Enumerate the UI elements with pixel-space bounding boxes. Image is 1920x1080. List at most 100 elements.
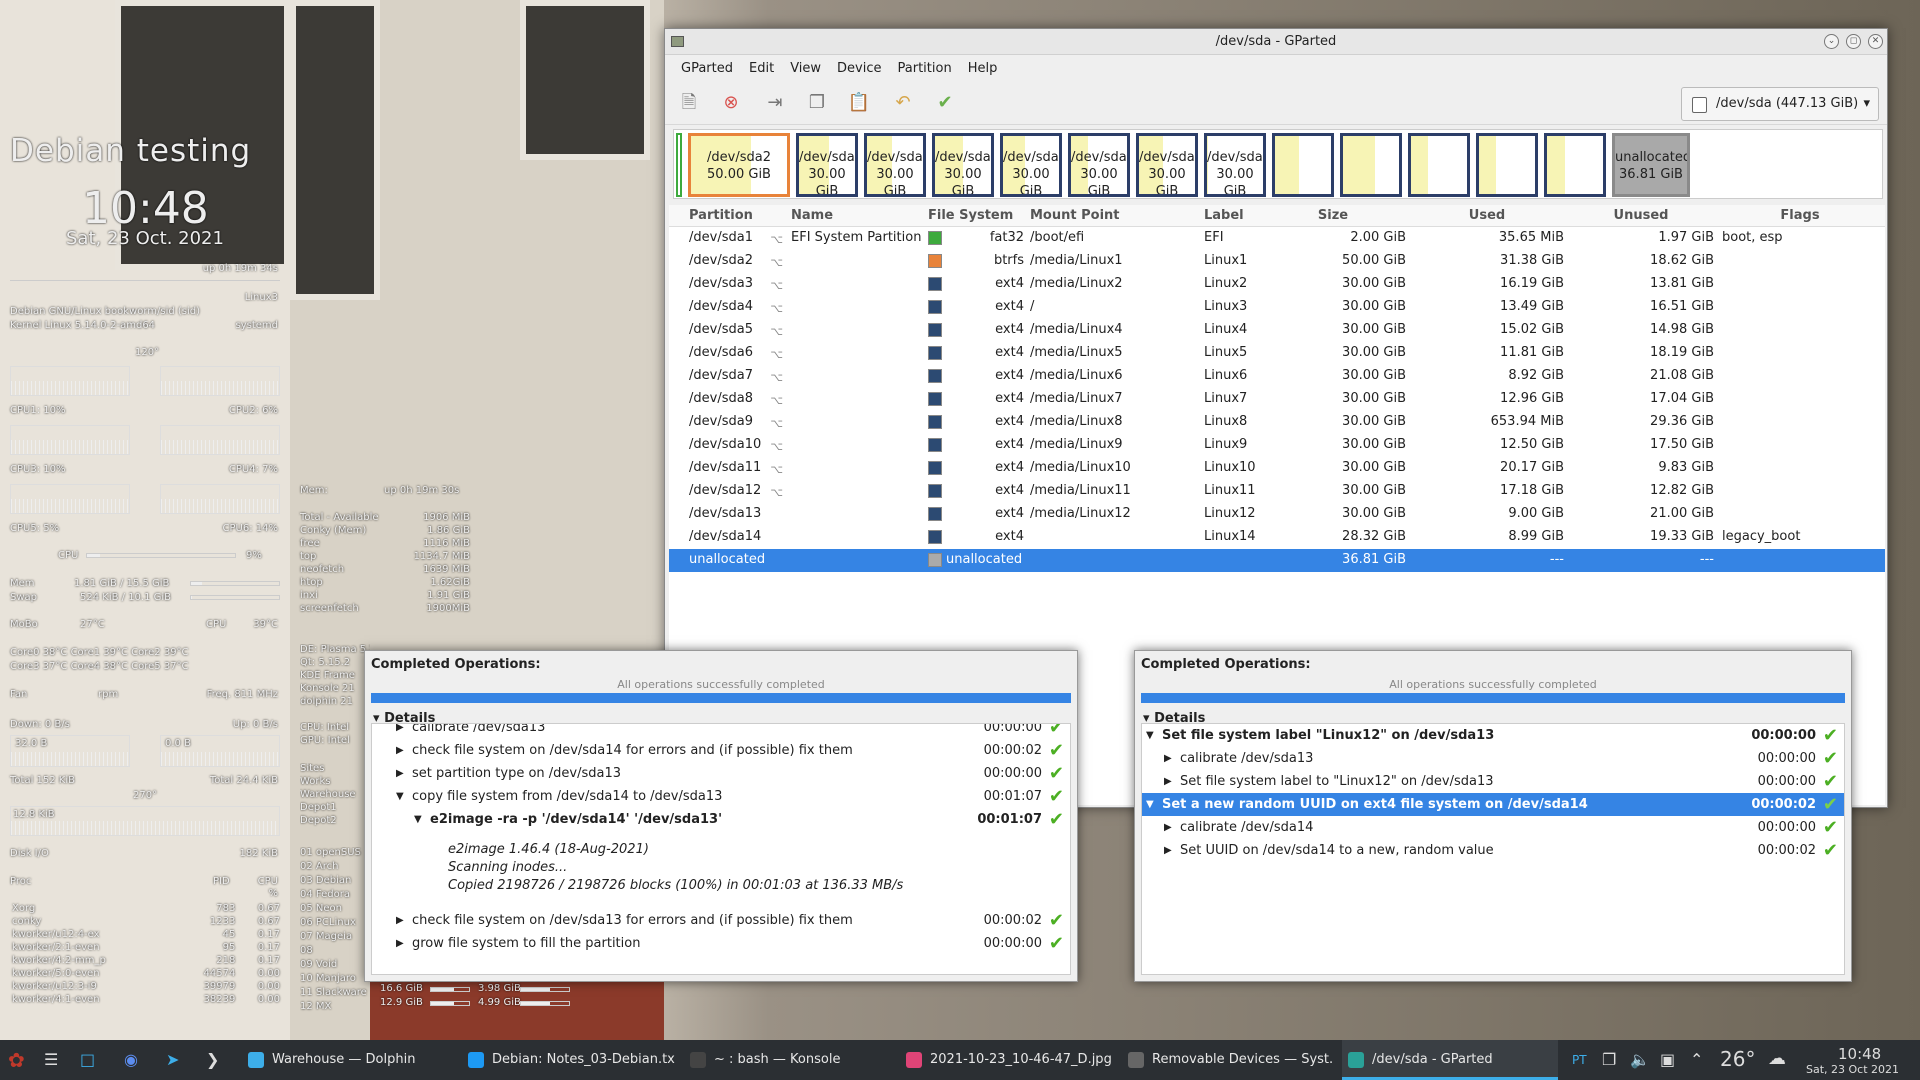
operation-row[interactable]: ▶ check file system on /dev/sda13 for err…: [372, 909, 1070, 932]
expander-icon[interactable]: ▶: [1164, 816, 1172, 839]
map-partition[interactable]: /dev/sda4 30.00 GiB: [864, 133, 926, 197]
operation-row[interactable]: ▼ Set a new random UUID on ext4 file syst…: [1142, 793, 1844, 816]
expander-icon[interactable]: ▼: [396, 785, 404, 808]
undo-icon[interactable]: ↶: [889, 89, 917, 117]
task-button[interactable]: Debian: Notes_03-Debian.tx...: [462, 1040, 676, 1080]
table-row[interactable]: /dev/sda3 ⌥ ext4/media/Linux2 Linux2 30.00 G…: [669, 273, 1885, 296]
table-row[interactable]: /dev/sda1 ⌥ EFI System Partition fat32/boot…: [669, 227, 1885, 250]
kate-icon[interactable]: ➤: [166, 1050, 179, 1069]
maximize-icon[interactable]: ◻: [1846, 34, 1861, 49]
table-row[interactable]: /dev/sda9 ⌥ ext4/media/Linux8 Linux8 30.00 G…: [669, 411, 1885, 434]
task-button[interactable]: Warehouse — Dolphin: [242, 1040, 454, 1080]
debian-menu-icon[interactable]: ✿: [8, 1048, 25, 1072]
col-file-system[interactable]: File System: [924, 205, 1026, 226]
task-button[interactable]: Removable Devices — Syst...: [1122, 1040, 1334, 1080]
expander-icon[interactable]: ▶: [1164, 839, 1172, 862]
table-row[interactable]: unallocated unallocated 36.81 GiB --- ---: [669, 549, 1885, 572]
col-partition[interactable]: Partition: [669, 205, 785, 226]
operation-row[interactable]: ▶ grow file system to fill the partition 0…: [372, 932, 1070, 955]
map-partition[interactable]: [1272, 133, 1334, 197]
expander-icon[interactable]: ▶: [1164, 747, 1172, 770]
operation-row[interactable]: ▶ calibrate /dev/sda13 00:00:00 ✔: [1142, 747, 1844, 770]
menu-gparted[interactable]: GParted: [673, 61, 741, 76]
map-partition[interactable]: /dev/sda9 30.00 GiB: [1204, 133, 1266, 197]
table-row[interactable]: /dev/sda13 ext4/media/Linux12 Linux12 30.00…: [669, 503, 1885, 526]
expander-icon[interactable]: ▶: [396, 932, 404, 955]
expander-icon[interactable]: ▼: [414, 808, 422, 831]
menu-device[interactable]: Device: [829, 61, 889, 76]
col-used[interactable]: Used: [1410, 205, 1568, 226]
menu-view[interactable]: View: [782, 61, 829, 76]
expander-icon[interactable]: ▶: [396, 909, 404, 932]
operation-row[interactable]: ▼ Set file system label "Linux12" on /dev…: [1142, 724, 1844, 747]
map-partition[interactable]: unallocated 36.81 GiB: [1612, 133, 1690, 197]
col-mount-point[interactable]: Mount Point: [1026, 205, 1200, 226]
konsole-icon[interactable]: ❯: [206, 1050, 219, 1069]
expander-icon[interactable]: ▶: [396, 724, 404, 739]
device-selector[interactable]: /dev/sda (447.13 GiB) ▾: [1681, 87, 1879, 121]
resize-move-icon[interactable]: ⇥: [761, 89, 789, 117]
table-row[interactable]: /dev/sda5 ⌥ ext4/media/Linux4 Linux4 30.00 G…: [669, 319, 1885, 342]
tray-expand-icon[interactable]: ⌃: [1690, 1050, 1703, 1069]
keyboard-layout[interactable]: PT: [1572, 1053, 1587, 1067]
operation-row[interactable]: ▶ Set file system label to "Linux12" on /…: [1142, 770, 1844, 793]
map-partition[interactable]: /dev/sda5 30.00 GiB: [932, 133, 994, 197]
map-partition[interactable]: /dev/sda7 30.00 GiB: [1068, 133, 1130, 197]
table-row[interactable]: /dev/sda6 ⌥ ext4/media/Linux5 Linux5 30.00 G…: [669, 342, 1885, 365]
map-sda1[interactable]: [676, 133, 682, 197]
new-partition-icon[interactable]: 🗎: [675, 89, 703, 117]
task-button[interactable]: ~ : bash — Konsole: [684, 1040, 892, 1080]
titlebar[interactable]: /dev/sda - GParted ⌄ ◻ ✕: [665, 29, 1887, 55]
map-partition[interactable]: [1476, 133, 1538, 197]
col-flags[interactable]: Flags: [1718, 205, 1878, 226]
table-row[interactable]: /dev/sda12 ⌥ ext4/media/Linux11 Linux11 30.0…: [669, 480, 1885, 503]
task-button[interactable]: /dev/sda - GParted: [1342, 1040, 1558, 1080]
map-partition[interactable]: [1544, 133, 1606, 197]
map-partition[interactable]: /dev/sda8 30.00 GiB: [1136, 133, 1198, 197]
expander-icon[interactable]: ▼: [1146, 793, 1154, 816]
operation-row[interactable]: ▶ set partition type on /dev/sda13 00:00:0…: [372, 762, 1070, 785]
paste-icon[interactable]: 📋: [845, 89, 873, 117]
minimize-icon[interactable]: ⌄: [1824, 34, 1839, 49]
col-name[interactable]: Name: [785, 205, 924, 226]
browser-icon[interactable]: ◉: [124, 1050, 138, 1069]
table-row[interactable]: /dev/sda11 ⌥ ext4/media/Linux10 Linux10 30.0…: [669, 457, 1885, 480]
copy-icon[interactable]: ❐: [803, 89, 831, 117]
operation-row[interactable]: ▼ e2image -ra -p '/dev/sda14' '/dev/sda13…: [372, 808, 1070, 831]
expander-icon[interactable]: ▶: [1164, 770, 1172, 793]
task-button[interactable]: 2021-10-23_10-46-47_D.jpg ...: [900, 1040, 1114, 1080]
weather-temp[interactable]: 26°: [1720, 1047, 1755, 1071]
clock-time[interactable]: 10:48: [1838, 1045, 1881, 1063]
map-partition[interactable]: /dev/sda2 50.00 GiB: [688, 133, 790, 197]
col-unused[interactable]: Unused: [1568, 205, 1718, 226]
map-partition[interactable]: [1408, 133, 1470, 197]
operation-row[interactable]: ▶ calibrate /dev/sda14 00:00:00 ✔: [1142, 816, 1844, 839]
table-row[interactable]: /dev/sda7 ⌥ ext4/media/Linux6 Linux6 30.00 G…: [669, 365, 1885, 388]
table-row[interactable]: /dev/sda2 ⌥ btrfs/media/Linux1 Linux1 50.00 …: [669, 250, 1885, 273]
menu-help[interactable]: Help: [960, 61, 1006, 76]
apply-icon[interactable]: ✔: [931, 89, 959, 117]
menu-edit[interactable]: Edit: [741, 61, 782, 76]
table-row[interactable]: /dev/sda14 ext4 Linux14 28.32 GiB 8.99 GiB 19…: [669, 526, 1885, 549]
volume-icon[interactable]: 🔈: [1630, 1050, 1650, 1069]
operation-row[interactable]: ▶ Set UUID on /dev/sda14 to a new, random…: [1142, 839, 1844, 862]
map-partition[interactable]: /dev/sda3 30.00 GiB: [796, 133, 858, 197]
dolphin-icon[interactable]: □: [80, 1050, 95, 1069]
table-row[interactable]: /dev/sda8 ⌥ ext4/media/Linux7 Linux7 30.00 G…: [669, 388, 1885, 411]
operation-row[interactable]: ▶ check file system on /dev/sda14 for err…: [372, 739, 1070, 762]
network-icon[interactable]: ▣: [1660, 1050, 1675, 1069]
map-partition[interactable]: /dev/sda6 30.00 GiB: [1000, 133, 1062, 197]
expander-icon[interactable]: ▶: [396, 762, 404, 785]
col-label[interactable]: Label: [1200, 205, 1260, 226]
expander-icon[interactable]: ▶: [396, 739, 404, 762]
operation-row[interactable]: ▶ calibrate /dev/sda13 00:00:00 ✔: [372, 724, 1070, 739]
table-row[interactable]: /dev/sda10 ⌥ ext4/media/Linux9 Linux9 30.00 …: [669, 434, 1885, 457]
col-size[interactable]: Size: [1260, 205, 1410, 226]
settings-icon[interactable]: ☰: [44, 1050, 58, 1069]
close-icon[interactable]: ✕: [1868, 34, 1883, 49]
menu-partition[interactable]: Partition: [890, 61, 960, 76]
map-partition[interactable]: [1340, 133, 1402, 197]
expander-icon[interactable]: ▼: [1146, 724, 1154, 747]
operation-row[interactable]: ▼ copy file system from /dev/sda14 to /de…: [372, 785, 1070, 808]
delete-partition-icon[interactable]: ⊗: [717, 89, 745, 117]
